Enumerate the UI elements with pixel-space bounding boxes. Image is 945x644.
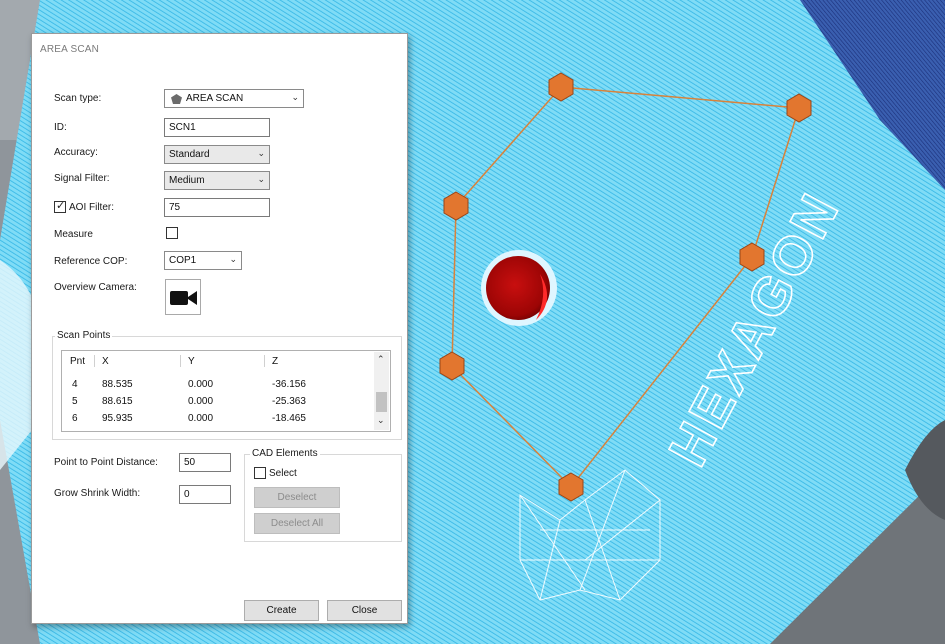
scan-points-table[interactable]: Pnt X Y Z 4 88.535 0.000 -36.156 5 88.61… <box>61 350 391 432</box>
chevron-up-icon[interactable]: ⌃ <box>377 354 385 365</box>
aoi-filter-field[interactable]: 75 <box>164 198 270 217</box>
chevron-down-icon: ⌄ <box>229 254 237 264</box>
scrollbar-thumb[interactable] <box>376 392 387 412</box>
overview-camera-label: Overview Camera: <box>54 282 137 293</box>
cell-z: -25.363 <box>272 396 306 407</box>
cell-y: 0.000 <box>188 396 214 407</box>
accuracy-label: Accuracy: <box>54 147 98 158</box>
id-label: ID: <box>54 122 67 133</box>
signal-filter-select[interactable]: Medium ⌄ <box>164 171 270 190</box>
point-to-point-label: Point to Point Distance: <box>54 457 158 468</box>
aoi-filter-checkbox[interactable]: ✓ <box>54 200 66 213</box>
cell-x: 88.615 <box>102 396 133 407</box>
point-to-point-field[interactable]: 50 <box>179 453 231 472</box>
accuracy-select[interactable]: Standard ⌄ <box>164 145 270 164</box>
chevron-down-icon: ⌄ <box>291 92 299 102</box>
cell-z: -18.465 <box>272 413 306 424</box>
scan-type-label: Scan type: <box>54 93 102 104</box>
cad-select-checkbox[interactable] <box>254 467 266 479</box>
signal-filter-label: Signal Filter: <box>54 173 110 184</box>
deselect-all-button[interactable]: Deselect All <box>254 513 340 534</box>
measure-label: Measure <box>54 229 93 240</box>
cell-x: 95.935 <box>102 413 133 424</box>
dialog-title: AREA SCAN <box>40 44 100 55</box>
checkmark-icon: ✓ <box>56 200 66 212</box>
id-field[interactable]: SCN1 <box>164 118 270 137</box>
area-scan-dialog: AREA SCAN Scan type: AREA SCAN ⌄ ID: SCN… <box>31 33 408 624</box>
column-header-z[interactable]: Z <box>272 356 278 367</box>
scan-type-select[interactable]: AREA SCAN ⌄ <box>164 89 304 108</box>
deselect-button[interactable]: Deselect <box>254 487 340 508</box>
column-header-y[interactable]: Y <box>188 356 195 367</box>
video-camera-icon <box>170 291 197 305</box>
measure-checkbox[interactable] <box>166 227 178 239</box>
cell-y: 0.000 <box>188 413 214 424</box>
chevron-down-icon[interactable]: ⌄ <box>377 415 385 426</box>
chevron-down-icon: ⌄ <box>257 174 265 184</box>
reference-cop-select[interactable]: COP1 ⌄ <box>164 251 242 270</box>
create-button[interactable]: Create <box>244 600 319 621</box>
column-header-x[interactable]: X <box>102 356 109 367</box>
cad-elements-title: CAD Elements <box>250 448 320 459</box>
reference-cop-label: Reference COP: <box>54 256 128 267</box>
cad-select-label: Select <box>269 468 297 479</box>
grow-shrink-field[interactable]: 0 <box>179 485 231 504</box>
column-header-pnt[interactable]: Pnt <box>70 356 85 367</box>
close-button[interactable]: Close <box>327 600 402 621</box>
cell-pnt: 6 <box>72 413 78 424</box>
scan-type-value: AREA SCAN <box>186 93 244 104</box>
cell-z: -36.156 <box>272 379 306 390</box>
cell-pnt: 5 <box>72 396 78 407</box>
chevron-down-icon: ⌄ <box>257 148 265 158</box>
aoi-filter-label: AOI Filter: <box>69 202 115 213</box>
reference-cop-value: COP1 <box>169 255 197 266</box>
overview-camera-button[interactable] <box>165 279 201 315</box>
cell-pnt: 4 <box>72 379 78 390</box>
accuracy-value: Standard <box>169 149 210 160</box>
cell-y: 0.000 <box>188 379 214 390</box>
area-scan-icon <box>171 94 182 104</box>
table-scrollbar[interactable]: ⌃ ⌄ <box>374 352 389 430</box>
scan-points-title: Scan Points <box>55 330 113 341</box>
cell-x: 88.535 <box>102 379 133 390</box>
grow-shrink-label: Grow Shrink Width: <box>54 488 141 499</box>
signal-filter-value: Medium <box>169 175 205 186</box>
